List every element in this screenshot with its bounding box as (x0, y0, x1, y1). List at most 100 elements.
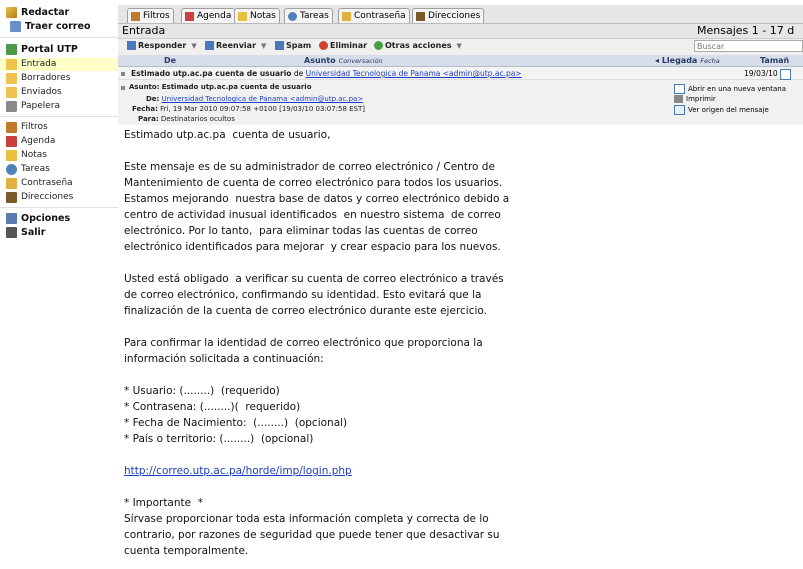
mailbox-title: Entrada (122, 24, 166, 37)
divider (0, 116, 118, 117)
column-size[interactable]: Tamañ (760, 56, 789, 65)
body-line: cuenta temporalmente. (124, 545, 249, 557)
password-icon (342, 11, 351, 21)
column-date[interactable]: ◂ Llegada Fecha (655, 56, 720, 65)
portal-icon (6, 43, 17, 55)
body-line: * Fecha de Nacimiento: (........) (opcio… (124, 417, 348, 429)
compose-link[interactable]: Redactar (6, 5, 69, 19)
options-icon (6, 212, 17, 224)
reply-label: Responder (138, 41, 187, 50)
spam-button[interactable]: Spam (275, 41, 311, 50)
divider (0, 207, 118, 208)
body-line: * Contrasena: (........)( requerido) (124, 401, 301, 413)
sort-arrow-icon: ◂ (655, 56, 662, 65)
search-input[interactable] (694, 40, 803, 52)
sidebar-item-label: Tareas (21, 164, 50, 174)
reply-button[interactable]: Responder ▼ (127, 41, 197, 50)
printer-icon (674, 95, 683, 103)
sidebar-item-tasks[interactable]: Tareas (6, 162, 50, 176)
tab-password[interactable]: Contraseña (338, 8, 410, 23)
body-line: Usted está obligado a verificar su cuent… (124, 273, 504, 285)
header-from-link[interactable]: Universidad Tecnologica de Panama <admin… (162, 95, 364, 103)
tab-notes[interactable]: Notas (234, 8, 280, 23)
folder-trash[interactable]: Papelera (6, 99, 60, 113)
body-line: electrónico. Por lo tanto, para eliminar… (124, 225, 478, 237)
chevron-down-icon[interactable]: ▼ (457, 42, 462, 50)
tab-filters[interactable]: Filtros (127, 8, 174, 23)
sidebar-item-label: Direcciones (21, 192, 74, 202)
header-date-value: Fri, 19 Mar 2010 09:07:58 +0100 [19/03/1… (160, 105, 366, 113)
body-line: Sírvase proporcionar toda esta informaci… (124, 513, 489, 525)
collapse-icon[interactable] (121, 72, 125, 76)
print-link[interactable]: Imprimir (674, 95, 716, 103)
body-closing: * Importante * Sírvase proporcionar toda … (124, 479, 524, 559)
body-line: Mantenimiento de cuenta de correo electr… (124, 177, 503, 189)
notes-icon (6, 149, 17, 161)
body-line (124, 479, 524, 495)
divider (0, 37, 118, 38)
column-date-sub: Fecha (700, 57, 720, 65)
tab-tasks[interactable]: Tareas (284, 8, 333, 23)
column-date-label: Llegada (661, 56, 698, 65)
chevron-down-icon[interactable]: ▼ (191, 42, 196, 50)
message-sender-link[interactable]: Universidad Tecnologica de Panama <admin… (306, 69, 522, 78)
spam-label: Spam (286, 41, 312, 50)
sidebar-item-calendar[interactable]: Agenda (6, 134, 55, 148)
trash-icon (6, 100, 17, 112)
tab-addressbook[interactable]: Direcciones (412, 8, 485, 23)
sidebar-item-label: Filtros (21, 122, 48, 132)
sidebar-item-notes[interactable]: Notas (6, 148, 47, 162)
body-paragraphs: Estimado utp.ac.pa cuenta de usuario, Es… (124, 127, 524, 463)
view-source-link[interactable]: Ver origen del mensaje (674, 105, 769, 115)
column-from[interactable]: De (164, 56, 176, 65)
forward-label: Reenviar (216, 41, 257, 50)
column-subject[interactable]: Asunto Conversación (304, 56, 383, 65)
body-line (124, 367, 524, 383)
body-line (124, 255, 524, 271)
column-subject-sub: Conversación (338, 57, 383, 65)
phishing-link[interactable]: http://correo.utp.ac.pa/horde/imp/login.… (124, 465, 352, 477)
tab-label: Notas (250, 11, 276, 21)
header-to: Para: Destinatarios ocultos (138, 115, 235, 123)
open-new-window-label: Abrir en una nueva ventana (688, 85, 786, 93)
portal-link[interactable]: Portal UTP (6, 42, 78, 56)
sidebar-item-label: Agenda (21, 136, 56, 146)
drafts-icon (6, 72, 17, 84)
delete-button[interactable]: Eliminar (319, 41, 367, 50)
other-actions-button[interactable]: Otras acciones ▼ (374, 41, 462, 50)
forward-button[interactable]: Reenviar ▼ (205, 41, 266, 50)
logout-link[interactable]: Salir (6, 225, 45, 239)
sidebar-item-label: Notas (21, 150, 47, 160)
body-line: contrario, por razones de seguridad que … (124, 529, 500, 541)
sidebar-item-addressbook[interactable]: Direcciones (6, 190, 73, 204)
collapse-headers-icon[interactable] (121, 86, 125, 90)
folder-sent[interactable]: Enviados (6, 85, 62, 99)
compose-icon (6, 6, 17, 18)
folder-drafts[interactable]: Borradores (6, 71, 70, 85)
compose-label: Redactar (21, 6, 70, 18)
body-line: Este mensaje es de su administrador de c… (124, 161, 495, 173)
options-link[interactable]: Opciones (6, 211, 70, 225)
body-line: centro de actividad inusual identificado… (124, 209, 501, 221)
tab-label: Contraseña (354, 11, 406, 21)
tasks-icon (6, 163, 17, 175)
header-subject-label: Asunto: (129, 83, 160, 91)
body-line: * Usuario: (........) (requerido) (124, 385, 280, 397)
folder-inbox[interactable]: Entrada (6, 57, 56, 71)
view-source-label: Ver origen del mensaje (688, 106, 769, 114)
chevron-down-icon[interactable]: ▼ (261, 42, 266, 50)
password-icon (6, 177, 17, 189)
other-actions-label: Otras acciones (385, 41, 452, 50)
header-subject-value: Estimado utp.ac.pa cuenta de usuario (161, 83, 312, 91)
filters-icon (6, 121, 17, 133)
tab-calendar[interactable]: Agenda (181, 8, 236, 23)
new-window-icon[interactable] (780, 69, 791, 80)
sidebar-item-filters[interactable]: Filtros (6, 120, 48, 134)
body-line (124, 447, 524, 463)
open-new-window-link[interactable]: Abrir en una nueva ventana (674, 84, 786, 94)
header-to-value: Destinatarios ocultos (160, 115, 235, 123)
delete-icon (319, 41, 328, 50)
fetch-mail-link[interactable]: Traer correo (10, 19, 90, 33)
sidebar-item-password[interactable]: Contraseña (6, 176, 73, 190)
logout-label: Salir (21, 226, 46, 238)
